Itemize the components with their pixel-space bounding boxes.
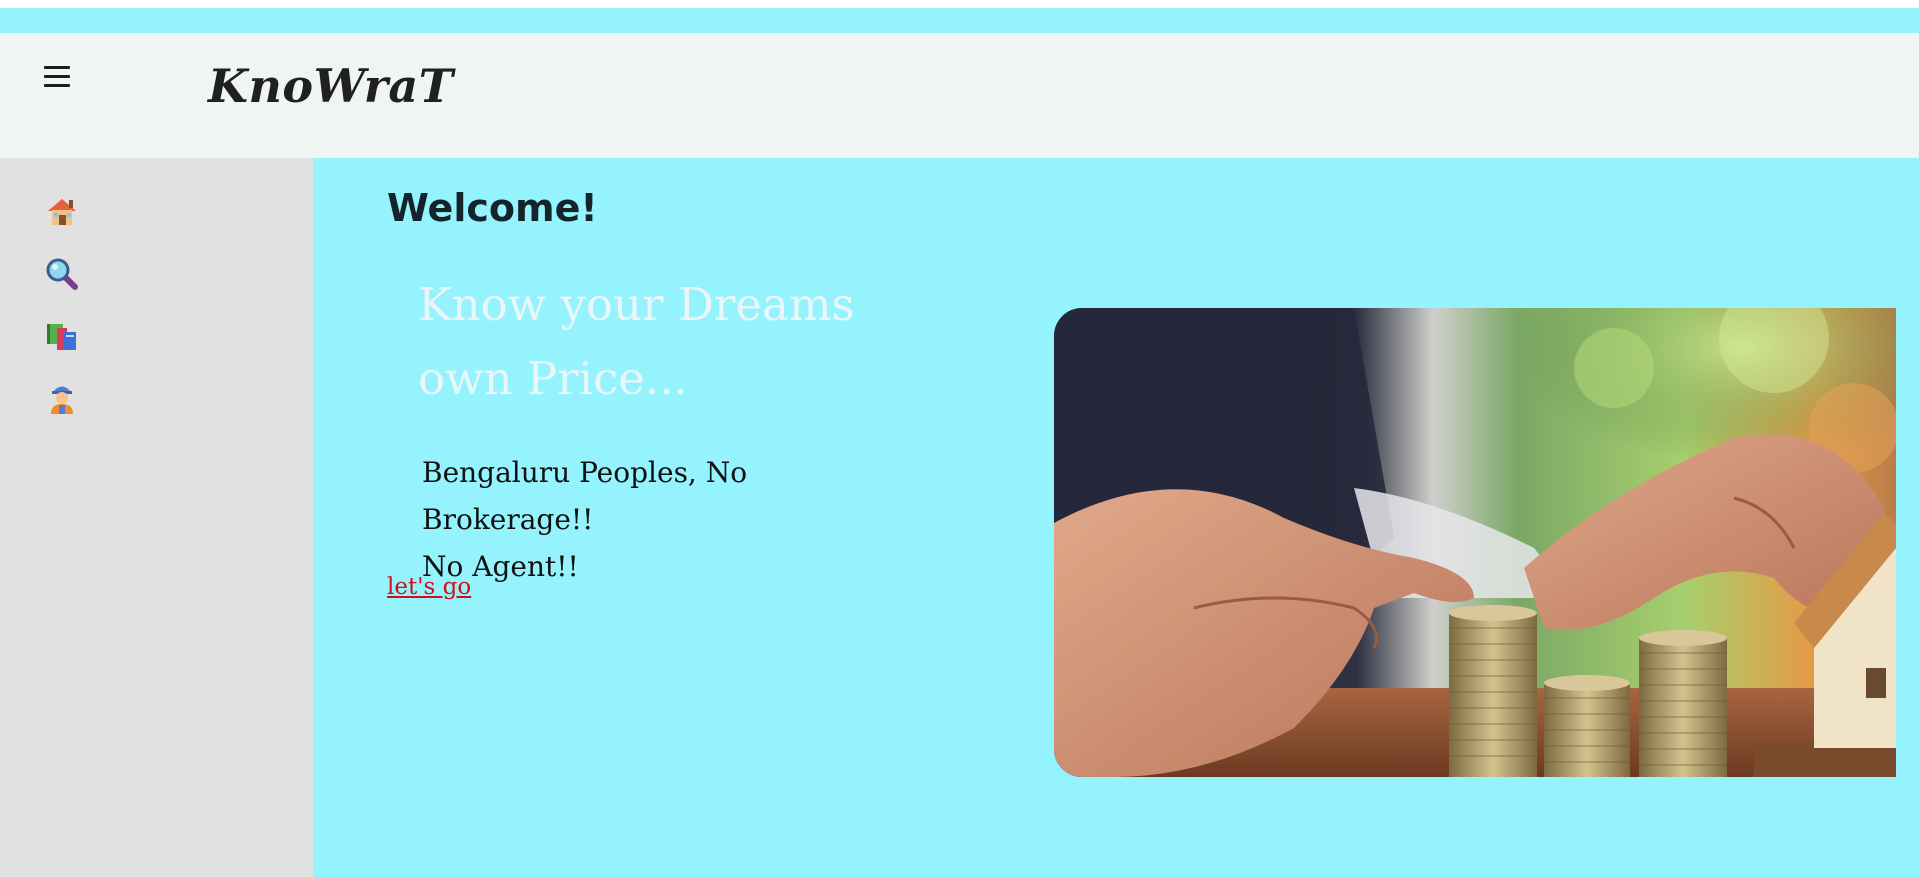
app-page: KnoWraT Welcome! Know your Dreams own Pr… xyxy=(0,0,1919,877)
hero-line-1: Know your Dreams xyxy=(418,278,855,331)
hero-photo-coins-and-house xyxy=(1054,308,1896,777)
welcome-heading: Welcome! xyxy=(387,186,598,230)
sidebar-item-agents[interactable] xyxy=(44,380,80,416)
sidebar-item-home[interactable] xyxy=(44,194,80,230)
books-icon xyxy=(47,324,76,350)
tagline-line-1: Bengaluru Peoples, No Brokerage!! xyxy=(422,456,748,536)
hero-headline: Know your Dreams own Price... xyxy=(418,268,898,416)
brand-logo-text[interactable]: KnoWraT xyxy=(208,59,453,113)
main-content: Welcome! Know your Dreams own Price... B… xyxy=(313,158,1919,877)
tagline: Bengaluru Peoples, No Brokerage!! No Age… xyxy=(422,449,922,590)
worker-icon xyxy=(51,386,73,414)
hero-line-2: own Price... xyxy=(418,352,688,405)
magnifier-icon xyxy=(46,258,78,290)
lets-go-link[interactable]: let's go xyxy=(387,574,471,600)
top-accent-strip xyxy=(0,8,1919,33)
house-icon xyxy=(48,199,76,225)
header-bar: KnoWraT xyxy=(0,33,1919,158)
hamburger-menu-icon[interactable] xyxy=(40,60,74,96)
sidebar-item-library[interactable] xyxy=(44,318,80,354)
sidebar xyxy=(0,158,313,877)
sidebar-item-search[interactable] xyxy=(44,256,80,292)
tagline-line-2: No Agent!! xyxy=(422,550,579,583)
